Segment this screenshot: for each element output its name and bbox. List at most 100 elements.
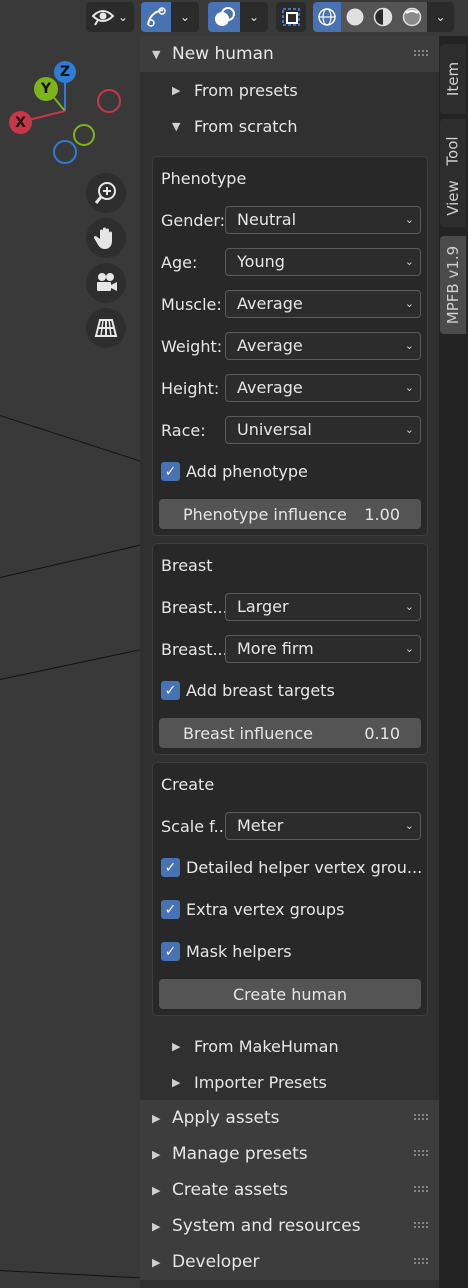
create-box: Create Scale f... Meter ⌄ ✓ Detailed help…	[152, 762, 428, 1016]
panel-system-resources[interactable]: ▶ System and resources	[140, 1208, 439, 1244]
add-phenotype-checkbox[interactable]: ✓ Add phenotype	[161, 462, 308, 481]
subpanel-from-presets[interactable]: ▶ From presets	[140, 72, 439, 108]
chevron-down-icon: ⌄	[248, 10, 260, 24]
chevron-down-icon: ⌄	[404, 642, 414, 655]
scale-factor-dropdown[interactable]: Meter ⌄	[225, 812, 421, 840]
breast-firmness-dropdown[interactable]: More firm ⌄	[225, 635, 421, 663]
overlay-toggle[interactable]	[208, 2, 240, 32]
x-axis-icon[interactable]: X	[9, 111, 32, 134]
subpanel-title: From presets	[194, 80, 298, 100]
box-title: Phenotype	[161, 169, 247, 188]
triangle-right-icon: ▶	[152, 1183, 161, 1197]
drag-grip-icon[interactable]	[413, 1149, 429, 1157]
overlay-dropdown[interactable]: ⌄	[240, 2, 268, 32]
rendered-shading-button[interactable]	[397, 2, 427, 32]
material-shading-button[interactable]	[369, 2, 397, 32]
eye-visibility-icon	[91, 10, 114, 26]
drag-grip-icon[interactable]	[413, 1185, 429, 1193]
drag-grip-icon[interactable]	[413, 1257, 429, 1265]
phenotype-influence-slider[interactable]: Phenotype influence 1.00	[159, 499, 421, 529]
muscle-label: Muscle:	[161, 295, 222, 314]
gizmo-toggle[interactable]	[141, 2, 171, 32]
slider-value: 0.10	[364, 723, 400, 743]
subpanel-title: Importer Presets	[194, 1072, 327, 1092]
viewport-header: ⌄ ⌄ ⌄ ⌄	[0, 0, 468, 36]
muscle-dropdown[interactable]: Average ⌄	[225, 290, 421, 318]
chevron-down-icon: ⌄	[179, 10, 191, 24]
weight-dropdown[interactable]: Average ⌄	[225, 332, 421, 360]
shading-dropdown[interactable]: ⌄	[427, 2, 454, 32]
extra-vertex-groups-checkbox[interactable]: ✓ Extra vertex groups	[161, 900, 344, 919]
panel-title: Developer	[172, 1252, 260, 1272]
checkmark-icon: ✓	[161, 858, 180, 877]
triangle-right-icon: ▶	[172, 1075, 181, 1089]
perspective-grid-icon[interactable]	[86, 308, 126, 348]
chevron-down-icon: ⌄	[404, 381, 414, 394]
subpanel-title: From scratch	[194, 116, 298, 136]
breast-influence-slider[interactable]: Breast influence 0.10	[159, 718, 421, 748]
detailed-helper-checkbox[interactable]: ✓ Detailed helper vertex grou...	[161, 858, 422, 877]
chevron-down-icon: ⌄	[404, 213, 414, 226]
triangle-right-icon: ▶	[152, 1219, 161, 1233]
age-label: Age:	[161, 253, 198, 272]
slider-value: 1.00	[364, 504, 400, 524]
overlay-icon	[215, 7, 235, 26]
checkbox-label: Extra vertex groups	[186, 900, 345, 919]
age-dropdown[interactable]: Young ⌄	[225, 248, 421, 276]
panel-title: New human	[172, 44, 274, 64]
scene-edge-line	[0, 647, 147, 680]
race-dropdown[interactable]: Universal ⌄	[225, 416, 421, 444]
drag-grip-icon[interactable]	[413, 1113, 429, 1121]
mask-helpers-checkbox[interactable]: ✓ Mask helpers	[161, 942, 292, 961]
chevron-down-icon: ⌄	[117, 10, 129, 24]
triangle-down-icon: ▼	[152, 47, 161, 61]
triangle-right-icon: ▶	[152, 1111, 161, 1125]
subpanel-importer-presets[interactable]: ▶ Importer Presets	[140, 1064, 439, 1100]
panel-create-assets[interactable]: ▶ Create assets	[140, 1172, 439, 1208]
chevron-down-icon: ⌄	[404, 423, 414, 436]
solid-shading-button[interactable]	[341, 2, 369, 32]
camera-icon[interactable]	[86, 263, 126, 303]
gender-dropdown[interactable]: Neutral ⌄	[225, 206, 421, 234]
height-dropdown[interactable]: Average ⌄	[225, 374, 421, 402]
phenotype-box: Phenotype Gender: Neutral ⌄ Age: Young ⌄ M…	[152, 156, 428, 536]
create-human-button[interactable]: Create human	[159, 979, 421, 1009]
zoom-icon[interactable]	[86, 173, 126, 213]
box-title: Breast	[161, 556, 213, 575]
panel-apply-assets[interactable]: ▶ Apply assets	[140, 1100, 439, 1136]
checkmark-icon: ✓	[161, 462, 180, 481]
triangle-down-icon: ▼	[172, 119, 181, 133]
shading-mode-group: ⌄	[313, 2, 454, 32]
drag-grip-icon[interactable]	[413, 49, 429, 57]
subpanel-from-makehuman[interactable]: ▶ From MakeHuman	[140, 1028, 439, 1064]
material-shading-icon	[373, 7, 393, 27]
drag-grip-icon[interactable]	[413, 1221, 429, 1229]
subpanel-from-scratch[interactable]: ▼ From scratch	[140, 108, 439, 144]
height-label: Height:	[161, 379, 220, 398]
visibility-dropdown[interactable]: ⌄	[86, 2, 134, 32]
panel-new-human[interactable]: ▼ New human	[140, 36, 439, 72]
checkmark-icon: ✓	[161, 942, 180, 961]
rendered-shading-icon	[402, 7, 422, 27]
tab-view[interactable]: View	[440, 169, 466, 227]
panel-title: System and resources	[172, 1216, 361, 1236]
panel-developer[interactable]: ▶ Developer	[140, 1244, 439, 1280]
chevron-down-icon: ⌄	[404, 339, 414, 352]
y-axis-icon[interactable]: Y	[34, 77, 58, 101]
sidebar-tabs: Item Tool View MPFB v1.9	[439, 36, 468, 1288]
checkbox-label: Detailed helper vertex grou...	[186, 858, 423, 877]
triangle-right-icon: ▶	[172, 1039, 181, 1053]
add-breast-targets-checkbox[interactable]: ✓ Add breast targets	[161, 681, 335, 700]
xray-toggle[interactable]	[276, 2, 306, 32]
gender-label: Gender:	[161, 211, 226, 230]
tab-item[interactable]: Item	[440, 44, 466, 114]
gizmo-dropdown[interactable]: ⌄	[171, 2, 199, 32]
box-title: Create	[161, 775, 215, 794]
race-label: Race:	[161, 421, 206, 440]
breast-size-dropdown[interactable]: Larger ⌄	[225, 593, 421, 621]
tab-mpfb[interactable]: MPFB v1.9	[440, 236, 466, 334]
z-axis-icon[interactable]: Z	[54, 61, 76, 83]
pan-hand-icon[interactable]	[86, 218, 126, 258]
panel-manage-presets[interactable]: ▶ Manage presets	[140, 1136, 439, 1172]
wireframe-shading-button[interactable]	[313, 2, 341, 32]
